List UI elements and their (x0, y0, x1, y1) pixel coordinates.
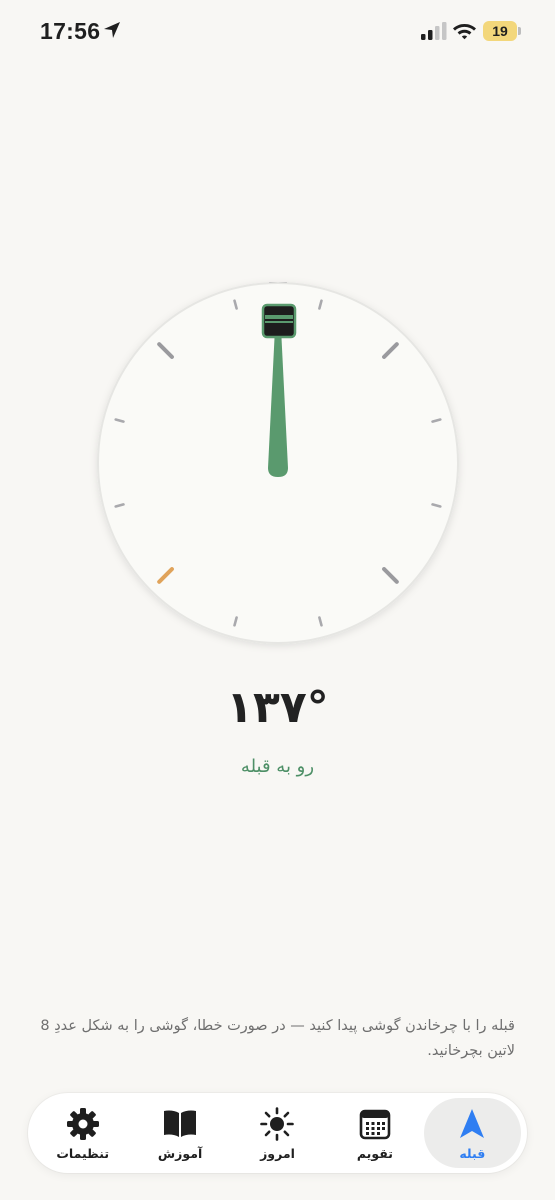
battery-cap (518, 27, 521, 35)
kaaba-icon (261, 303, 297, 339)
gear-icon (66, 1107, 99, 1140)
qibla-arrow-icon (460, 1108, 485, 1138)
qibla-screen: 17:56 19 ۱۳۷° رو به قبله قبله را با چرخا… (0, 0, 555, 1200)
tab-label: آموزش (157, 1145, 203, 1161)
compass-dial (97, 282, 459, 644)
heading-degrees: ۱۳۷° (226, 682, 329, 733)
calibration-hint: قبله را با چرخاندن گوشی پیدا کنید — در ص… (40, 1018, 515, 1059)
cellular-signal-icon (421, 22, 447, 40)
tab-label: تقویم (356, 1145, 393, 1161)
tab-learn[interactable]: آموزش (131, 1098, 228, 1168)
tab-today[interactable]: امروز (229, 1098, 326, 1168)
location-arrow-icon (104, 22, 120, 38)
calendar-icon (359, 1109, 391, 1139)
tab-settings[interactable]: تنظیمات (34, 1098, 131, 1168)
book-icon (164, 1110, 197, 1137)
qibla-status: رو به قبله (240, 756, 315, 777)
sun-icon (260, 1106, 295, 1141)
tab-calendar[interactable]: تقویم (326, 1098, 423, 1168)
tab-qibla[interactable]: قبله (423, 1098, 521, 1168)
wifi-icon (453, 24, 476, 40)
battery-level: 19 (492, 23, 508, 39)
status-time: 17:56 (40, 18, 101, 44)
tab-bar: قبله تقویم امروز آموزش تنظیمات (28, 1093, 527, 1173)
tab-label: امروز (260, 1145, 295, 1161)
tab-label: تنظیمات (56, 1145, 110, 1161)
qibla-compass (95, 280, 461, 646)
tab-label: قبله (459, 1145, 486, 1161)
status-bar: 17:56 19 (0, 0, 555, 62)
battery-icon: 19 (483, 21, 517, 41)
